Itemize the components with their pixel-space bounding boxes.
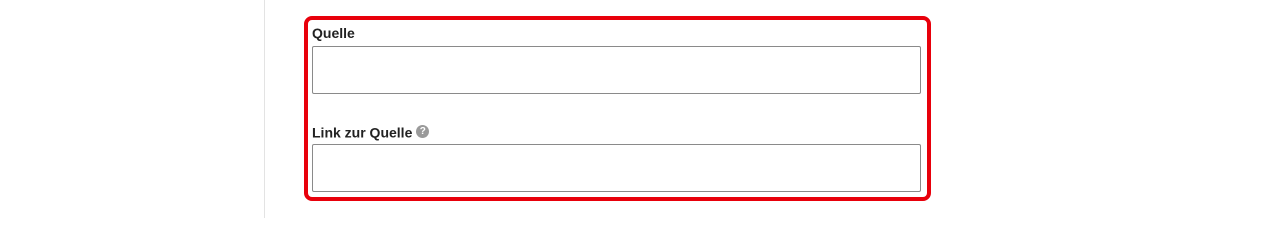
source-link-input[interactable]: [312, 144, 921, 192]
question-circle-icon[interactable]: ?: [416, 124, 430, 138]
sidebar-divider: [264, 0, 265, 218]
form-page: Quelle Link zur Quelle?: [0, 0, 1280, 218]
source-link-label-text: Link zur Quelle: [312, 124, 413, 141]
source-input[interactable]: [312, 46, 921, 94]
source-label: Quelle: [312, 25, 355, 41]
source-link-label: Link zur Quelle?: [312, 123, 430, 141]
source-label-text: Quelle: [312, 25, 355, 41]
